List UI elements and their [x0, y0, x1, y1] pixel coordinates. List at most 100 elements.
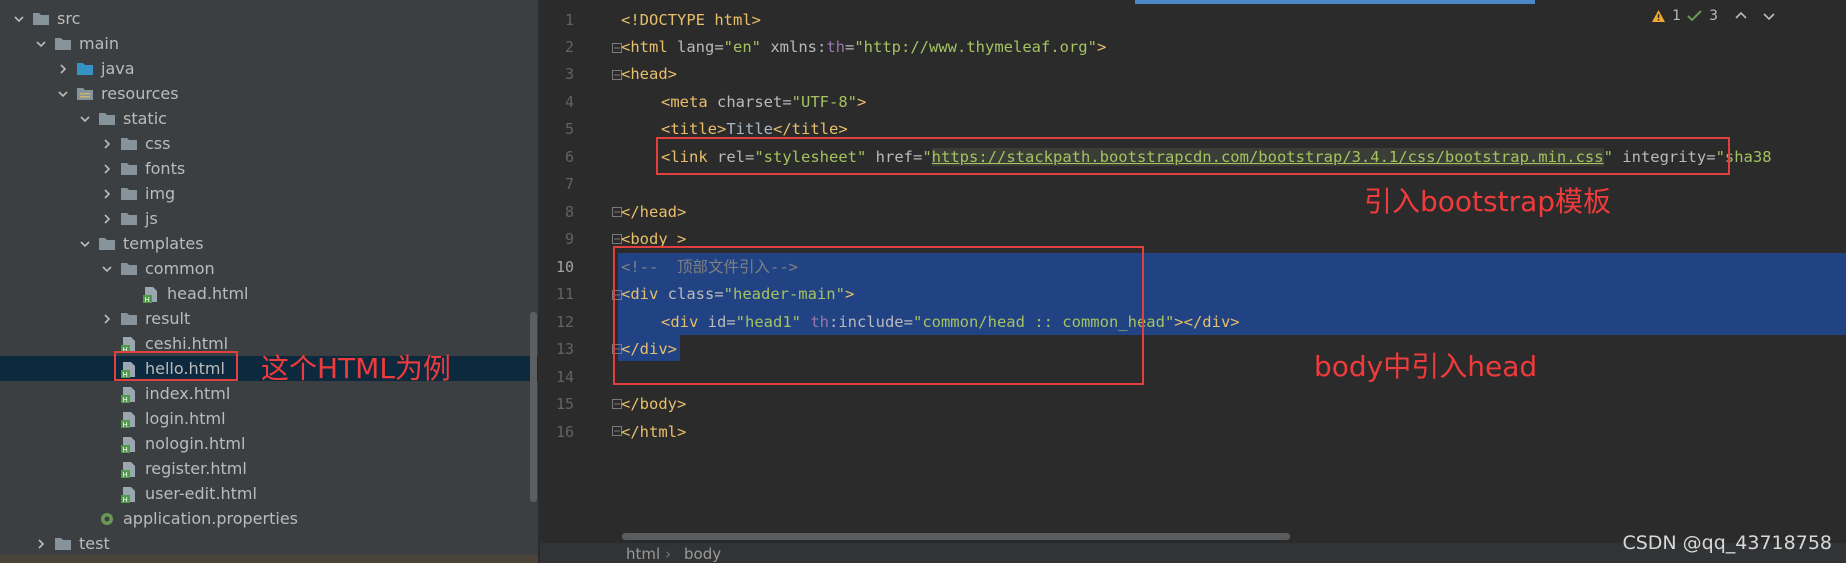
body-annotation: body中引入head: [1314, 350, 1538, 383]
tree-item-test[interactable]: test: [0, 531, 538, 556]
line-number: 8: [564, 203, 574, 221]
check-count: 3: [1709, 8, 1718, 24]
line-number: 15: [555, 395, 574, 413]
chevron-right-icon[interactable]: [100, 187, 114, 201]
chevron-right-icon[interactable]: [100, 137, 114, 151]
tree-item-img[interactable]: img: [0, 181, 538, 206]
chevron-down-icon[interactable]: [78, 112, 92, 126]
html-file-icon: H: [120, 486, 138, 503]
tag-token: </html>: [621, 423, 687, 441]
code-line-4[interactable]: <meta charset="UTF-8">: [661, 89, 866, 116]
check-icon: [1687, 10, 1702, 22]
line-number: 11: [555, 285, 574, 303]
bootstrap-highlight-box: [656, 137, 1730, 175]
tree-item-label: test: [79, 534, 110, 553]
tag-token: <title>: [661, 120, 727, 138]
tree-item-common[interactable]: common: [0, 256, 538, 281]
code-editor[interactable]: 1 2 3 4 5 6 7 8 9 10 11 12 13 14 15 16 <…: [540, 0, 1846, 563]
chevron-right-icon[interactable]: [100, 162, 114, 176]
code-line-2[interactable]: <html lang="en" xmlns:th="http://www.thy…: [621, 34, 1106, 61]
html-file-icon: H: [120, 386, 138, 403]
tree-item-java[interactable]: java: [0, 56, 538, 81]
tree-item-login-html[interactable]: Hlogin.html: [0, 406, 538, 431]
tab-accent: [1135, 0, 1535, 4]
tree-item-label: java: [101, 59, 135, 78]
line-number: 9: [564, 230, 574, 248]
chevron-right-icon[interactable]: [56, 62, 70, 76]
tree-item-nologin-html[interactable]: Hnologin.html: [0, 431, 538, 456]
tree-item-user-edit-html[interactable]: Huser-edit.html: [0, 481, 538, 506]
tag-token: </head>: [621, 203, 687, 221]
code-line-16[interactable]: </html>: [621, 419, 686, 446]
line-number: 3: [564, 65, 574, 83]
chevron-right-icon[interactable]: [100, 312, 114, 326]
tree-item-label: css: [145, 134, 171, 153]
chevron-down-icon[interactable]: [12, 12, 26, 26]
line-number: 14: [555, 368, 574, 386]
tree-item-css[interactable]: css: [0, 131, 538, 156]
tree-item-main[interactable]: main: [0, 31, 538, 56]
tag-token: </title>: [773, 120, 848, 138]
tree-item-resources[interactable]: resources: [0, 81, 538, 106]
tree-item-static[interactable]: static: [0, 106, 538, 131]
tag-token: <html: [621, 38, 668, 56]
line-number: 6: [564, 148, 574, 166]
tree-item-label: result: [145, 309, 191, 328]
folder-icon: [120, 211, 138, 226]
html-file-icon: H: [120, 411, 138, 428]
chevron-down-icon[interactable]: [100, 262, 114, 276]
folder-icon: [120, 311, 138, 326]
tree-item-head-html[interactable]: Hhead.html: [0, 281, 538, 306]
folder-icon: [120, 136, 138, 151]
chevron-down-icon[interactable]: [56, 87, 70, 101]
line-number: 16: [555, 423, 574, 441]
attr-token: charset=: [707, 93, 792, 111]
tree-item-templates[interactable]: templates: [0, 231, 538, 256]
breadcrumb-item[interactable]: html: [626, 545, 660, 563]
folder-icon: [120, 261, 138, 276]
bootstrap-annotation: 引入bootstrap模板: [1364, 185, 1612, 218]
tree-item-result[interactable]: result: [0, 306, 538, 331]
tree-item-js[interactable]: js: [0, 206, 538, 231]
line-number: 1: [564, 11, 574, 29]
source-folder-icon: [76, 61, 94, 76]
tree-scrollbar[interactable]: [530, 312, 537, 502]
chevron-right-icon[interactable]: [34, 537, 48, 551]
properties-file-icon: [98, 511, 116, 526]
tree-item-label: main: [79, 34, 119, 53]
chevron-down-icon[interactable]: [78, 237, 92, 251]
value-token: "UTF-8": [791, 93, 857, 111]
horizontal-scrollbar[interactable]: [622, 533, 1290, 540]
code-line-8[interactable]: </head>: [621, 199, 686, 226]
line-number: 7: [564, 175, 574, 193]
attr-token: xmlns:: [761, 38, 827, 56]
attr-token: lang=: [667, 38, 724, 56]
tree-item-src[interactable]: src: [0, 6, 538, 31]
tree-item-label: common: [145, 259, 215, 278]
code-line-15[interactable]: </body>: [621, 391, 686, 418]
chevron-right-icon[interactable]: [100, 212, 114, 226]
breadcrumb-separator: ›: [665, 545, 671, 563]
code-line-3[interactable]: <head>: [621, 61, 677, 88]
folder-icon: [54, 536, 72, 551]
chevron-down-icon[interactable]: [1762, 9, 1776, 23]
code-line-1[interactable]: <!DOCTYPE html>: [621, 7, 761, 34]
html-file-icon: H: [120, 436, 138, 453]
tree-item-register-html[interactable]: Hregister.html: [0, 456, 538, 481]
chevron-up-icon[interactable]: [1734, 9, 1748, 23]
tree-item-application-properties[interactable]: application.properties: [0, 506, 538, 531]
tree-item-label: index.html: [145, 384, 231, 403]
tree-item-label: user-edit.html: [145, 484, 257, 503]
chevron-down-icon[interactable]: [34, 37, 48, 51]
watermark: CSDN @qq_43718758: [1622, 532, 1832, 554]
tree-item-fonts[interactable]: fonts: [0, 156, 538, 181]
value-token: "http://www.thymeleaf.org": [854, 38, 1097, 56]
namespace-token: th: [826, 38, 845, 56]
folder-icon: [54, 36, 72, 51]
tag-token: >: [857, 93, 867, 111]
inspection-status[interactable]: 1 3: [1651, 8, 1776, 24]
breadcrumb-item[interactable]: body: [684, 545, 721, 563]
